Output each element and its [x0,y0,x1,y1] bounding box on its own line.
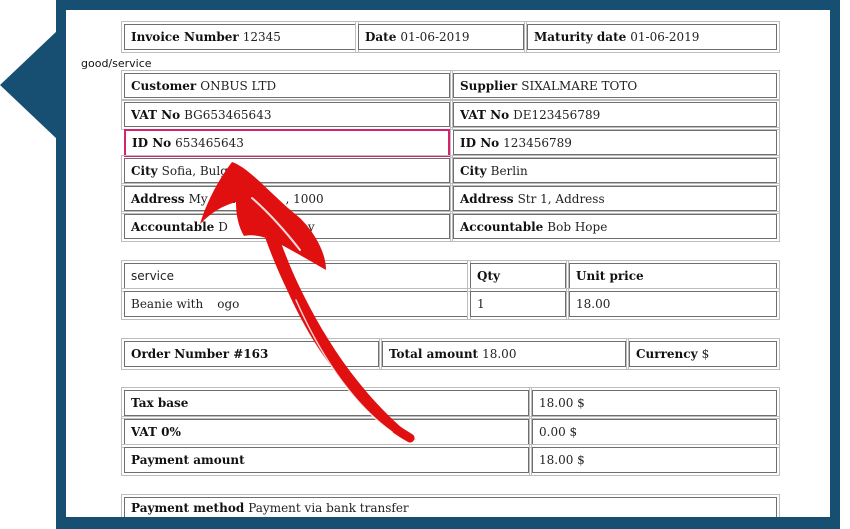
supplier-id-cell: ID No 123456789 [450,127,780,158]
customer-address-tail: , 1000 [285,191,324,206]
supplier-address-value: Str 1, Address [517,191,605,206]
items-header-qty: Qty [467,260,569,292]
item-name-value: Beanie with [131,297,204,311]
total-amount-value: 18.00 [482,347,517,361]
total-amount-cell: Total amount 18.00 [379,338,629,370]
items-header-price: Unit price [566,260,780,292]
items-header-service-label: service [131,269,174,283]
item-row-name: Beanie with ogo [121,288,471,320]
section-label: good/service [81,57,152,70]
customer-city-value: Sofia, Bulgar [161,163,241,178]
customer-accountable-label: Accountable [131,219,215,234]
supplier-accountable-label: Accountable [460,219,544,234]
tax-base-value: 18.00 $ [539,396,585,410]
supplier-vat-value: DE123456789 [513,107,601,122]
customer-city-label: City [131,163,158,178]
supplier-id-label: ID No [460,135,500,150]
supplier-name-value: SIXALMARE TOTO [521,78,638,93]
supplier-city-value: Berlin [490,163,528,178]
currency-cell: Currency $ [626,338,780,370]
supplier-vat-label: VAT No [460,107,510,122]
customer-vat-label: VAT No [131,107,181,122]
supplier-id-value: 123456789 [503,135,572,150]
date-label: Date [365,30,397,44]
tax-base-label-cell: Tax base [121,387,532,419]
customer-id-value: 653465643 [175,136,244,150]
customer-name-label: Customer [131,78,197,93]
vat-label-cell: VAT 0% [121,416,532,448]
item-row-qty: 1 [467,288,569,320]
vat-label: VAT 0% [131,425,181,439]
total-amount-label: Total amount [389,347,479,361]
customer-address-cell: Address My Add , 1000 [121,183,453,214]
supplier-city-label: City [460,163,487,178]
vat-value-cell: 0.00 $ [529,416,780,448]
item-price-value: 18.00 [576,297,611,311]
customer-vat-cell: VAT No BG653465643 [121,99,453,130]
payment-amount-value-cell: 18.00 $ [529,444,780,476]
vat-value: 0.00 $ [539,425,578,439]
payment-method-label: Payment method [131,501,245,515]
order-number-cell: Order Number #163 [121,338,382,370]
tax-base-value-cell: 18.00 $ [529,387,780,419]
tax-base-label: Tax base [131,396,189,410]
customer-vat-value: BG653465643 [184,107,272,122]
payment-amount-label: Payment amount [131,453,245,467]
date-value: 01-06-2019 [400,30,470,44]
supplier-accountable-value: Bob Hope [547,219,608,234]
currency-value: $ [701,347,710,361]
item-qty-value: 1 [477,297,485,311]
customer-accountable-tail: y [307,219,315,234]
frame-pointer [0,30,58,140]
maturity-date-label: Maturity date [534,30,627,44]
order-number-label: Order Number #163 [131,347,269,361]
invoice-number-value: 12345 [242,30,281,44]
payment-amount-label-cell: Payment amount [121,444,532,476]
customer-accountable-cell: Accountable Dy [121,211,453,242]
items-header-service: service [121,260,471,292]
customer-name-cell: Customer ONBUS LTD [121,70,453,101]
supplier-address-label: Address [460,191,514,206]
item-name-tail: ogo [217,297,240,311]
customer-id-cell: ID No 653465643 [124,129,450,157]
maturity-date-value: 01-06-2019 [630,30,700,44]
supplier-city-cell: City Berlin [450,155,780,186]
items-header-price-label: Unit price [576,269,644,283]
customer-address-label: Address [131,191,185,206]
supplier-accountable-cell: Accountable Bob Hope [450,211,780,242]
customer-name-value: ONBUS LTD [200,78,277,93]
customer-city-cell: City Sofia, Bulgar [121,155,453,186]
payment-amount-value: 18.00 $ [539,453,585,467]
maturity-date-cell: Maturity date 01-06-2019 [524,21,780,53]
items-header-qty-label: Qty [477,269,500,283]
supplier-name-cell: Supplier SIXALMARE TOTO [450,70,780,101]
supplier-name-label: Supplier [460,78,518,93]
supplier-vat-cell: VAT No DE123456789 [450,99,780,130]
invoice-number-label: Invoice Number [131,30,239,44]
item-row-price: 18.00 [566,288,780,320]
currency-label: Currency [636,347,698,361]
customer-id-label: ID No [132,136,172,150]
supplier-address-cell: Address Str 1, Address [450,183,780,214]
invoice-number-cell: Invoice Number 12345 [121,21,359,53]
customer-address-value: My Add [188,191,236,206]
customer-accountable-value: D [218,219,228,234]
payment-method-value: Payment via bank transfer [248,501,409,515]
date-cell: Date 01-06-2019 [355,21,527,53]
invoice-document: Invoice Number 12345 Date 01-06-2019 Matur… [66,10,830,517]
payment-method-cell: Payment method Payment via bank transfer [121,494,780,517]
